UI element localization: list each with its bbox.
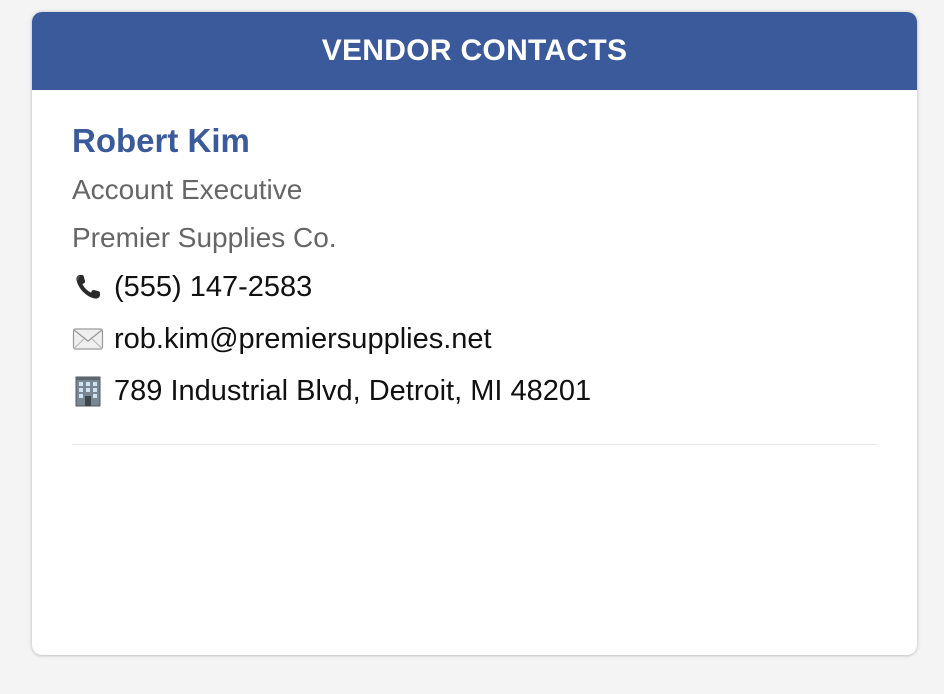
card-header: VENDOR CONTACTS [32,12,917,90]
card-title: VENDOR CONTACTS [321,34,628,67]
email-row[interactable]: rob.kim@premiersupplies.net [72,322,877,356]
street-address: 789 Industrial Blvd, Detroit, MI 48201 [114,375,592,407]
contact-company: Premier Supplies Co. [72,222,337,253]
contact-name[interactable]: Robert Kim [72,122,877,160]
address-row[interactable]: 789 Industrial Blvd, Detroit, MI 48201 [72,374,877,408]
email-address: rob.kim@premiersupplies.net [114,323,492,355]
phone-number: (555) 147-2583 [114,271,313,303]
phone-row[interactable]: (555) 147-2583 [72,270,877,304]
contact-job-title: Account Executive [72,174,303,205]
envelope-icon [72,323,104,355]
contact-divider [72,444,877,445]
contact-entry: Robert Kim Account Executive Premier Sup… [32,122,917,445]
building-icon [72,375,104,407]
phone-icon [72,271,104,303]
vendor-contacts-card: VENDOR CONTACTS Robert Kim Account Execu… [32,12,917,655]
